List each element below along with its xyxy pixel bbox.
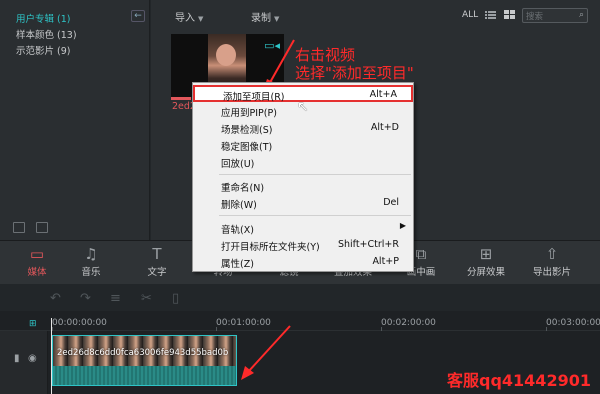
tab-music[interactable]: ♫ 音乐: [66, 245, 116, 278]
clip-filename: 2ed26d8c6dd0fca63006fe943d55bad0b: [57, 348, 229, 358]
thumbnail-face: [216, 44, 236, 66]
tab-export-label: 导出影片: [532, 267, 571, 278]
split-screen-icon: ⊞: [479, 245, 493, 263]
menu-item-shortcut: Shift+Ctrl+R: [337, 239, 399, 250]
menu-item-label: 属性(Z): [221, 259, 254, 270]
ruler-tick: [381, 327, 382, 331]
tab-media-label: 媒体: [27, 267, 47, 278]
record-dropdown[interactable]: 录制 ▼: [251, 9, 279, 24]
menu-item-label: 稳定图像(T): [221, 142, 273, 153]
annotation-arrow-clip: [241, 325, 291, 380]
menu-properties[interactable]: 属性(Z) Alt+P: [193, 254, 413, 271]
menu-item-shortcut: Alt+P: [372, 256, 399, 267]
ruler-tick: [52, 327, 53, 331]
menu-open-folder[interactable]: 打开目标所在文件夹(Y) Shift+Ctrl+R: [193, 237, 413, 254]
film-icon: ▮: [14, 353, 20, 364]
search-placeholder: 搜索: [526, 12, 544, 22]
library-folder-actions: [0, 214, 150, 240]
chevron-down-icon: ▼: [274, 15, 280, 23]
menu-item-shortcut: Alt+D: [370, 122, 399, 133]
menu-item-label: 应用到PIP(P): [221, 108, 277, 119]
menu-item-label: 音轨(X): [221, 225, 254, 236]
annotation-line-2: 选择"添加至项目": [295, 64, 414, 82]
delete-icon[interactable]: ▯: [172, 291, 179, 306]
mouse-cursor-icon: ↖: [297, 99, 309, 115]
menu-item-label: 删除(W): [221, 200, 257, 211]
submenu-arrow-icon: ▶: [399, 221, 406, 230]
track-snap-icon[interactable]: ⊞: [29, 319, 37, 329]
folder-sample-colors[interactable]: 样本颜色 (13): [16, 27, 77, 41]
list-view-icon[interactable]: [485, 10, 496, 20]
menu-delete[interactable]: 删除(W) Del: [193, 195, 413, 212]
menu-separator: [219, 174, 411, 175]
export-icon: ⇧: [545, 245, 559, 263]
undo-icon[interactable]: ↶: [50, 291, 61, 306]
menu-item-label: 回放(U): [221, 159, 255, 170]
filter-all-label[interactable]: ALL: [462, 10, 478, 20]
timecode-0: 00:00:00:00: [52, 318, 107, 328]
tab-media[interactable]: ▭ 媒体: [12, 245, 62, 278]
tab-text[interactable]: T 文字: [132, 245, 182, 278]
menu-rename[interactable]: 重命名(N): [193, 178, 413, 195]
record-label: 录制: [251, 13, 271, 24]
menu-item-shortcut: Del: [383, 197, 399, 208]
menu-item-label: 添加至项目(R): [223, 92, 285, 103]
eye-icon[interactable]: ◉: [28, 353, 37, 364]
chevron-down-icon: ▼: [198, 15, 204, 23]
clip-audio-waveform: [53, 366, 236, 385]
library-folder-panel: 用户专辑 (1) 样本颜色 (13) 示范影片 (9): [0, 0, 150, 240]
redo-icon[interactable]: ↷: [80, 291, 91, 306]
import-dropdown[interactable]: 导入 ▼: [175, 9, 203, 24]
ruler-tick: [546, 327, 547, 331]
import-label: 导入: [175, 13, 195, 24]
menu-separator: [219, 215, 411, 216]
tab-split-screen[interactable]: ⊞ 分屏效果: [461, 245, 511, 278]
cut-icon[interactable]: ✂: [141, 291, 152, 306]
timecode-2: 00:02:00:00: [381, 318, 436, 328]
ruler-tick: [216, 327, 217, 331]
music-icon: ♫: [84, 245, 98, 263]
timeline-clip[interactable]: 2ed26d8c6dd0fca63006fe943d55bad0b: [52, 335, 237, 386]
menu-item-label: 打开目标所在文件夹(Y): [221, 242, 320, 253]
thumbnail-progress-fill: [171, 97, 191, 100]
menu-item-shortcut: Alt+A: [369, 89, 397, 100]
menu-scene-detect[interactable]: 场景检测(S) Alt+D: [193, 120, 413, 137]
add-folder-icon[interactable]: [13, 222, 25, 233]
watermark: 客服qq41442901: [447, 371, 591, 390]
folder-icon: ▭: [29, 245, 45, 263]
text-icon: T: [152, 245, 162, 263]
tab-split-screen-label: 分屏效果: [466, 267, 505, 278]
search-icon[interactable]: ⌕: [579, 10, 584, 20]
folder-user-album[interactable]: 用户专辑 (1): [16, 11, 70, 25]
timecode-3: 00:03:00:00: [546, 318, 600, 328]
tab-music-label: 音乐: [81, 267, 101, 278]
menu-audio-track[interactable]: 音轨(X) ▶: [193, 220, 413, 237]
remove-folder-icon[interactable]: [36, 222, 48, 233]
tab-export[interactable]: ⇧ 导出影片: [527, 245, 577, 278]
menu-stabilize[interactable]: 稳定图像(T): [193, 137, 413, 154]
playhead[interactable]: [51, 318, 52, 394]
back-arrow-icon[interactable]: ←: [131, 10, 145, 22]
menu-playback[interactable]: 回放(U): [193, 154, 413, 171]
menu-item-label: 场景检测(S): [221, 125, 273, 136]
folder-demo-videos[interactable]: 示范影片 (9): [16, 43, 70, 57]
grid-view-icon[interactable]: [504, 10, 515, 20]
menu-item-label: 重命名(N): [221, 183, 265, 194]
tab-text-label: 文字: [147, 267, 167, 278]
video-track-header: ▮ ◉: [0, 331, 48, 394]
search-input[interactable]: 搜索 ⌕: [522, 8, 588, 23]
adjust-icon[interactable]: ≡: [110, 291, 121, 306]
